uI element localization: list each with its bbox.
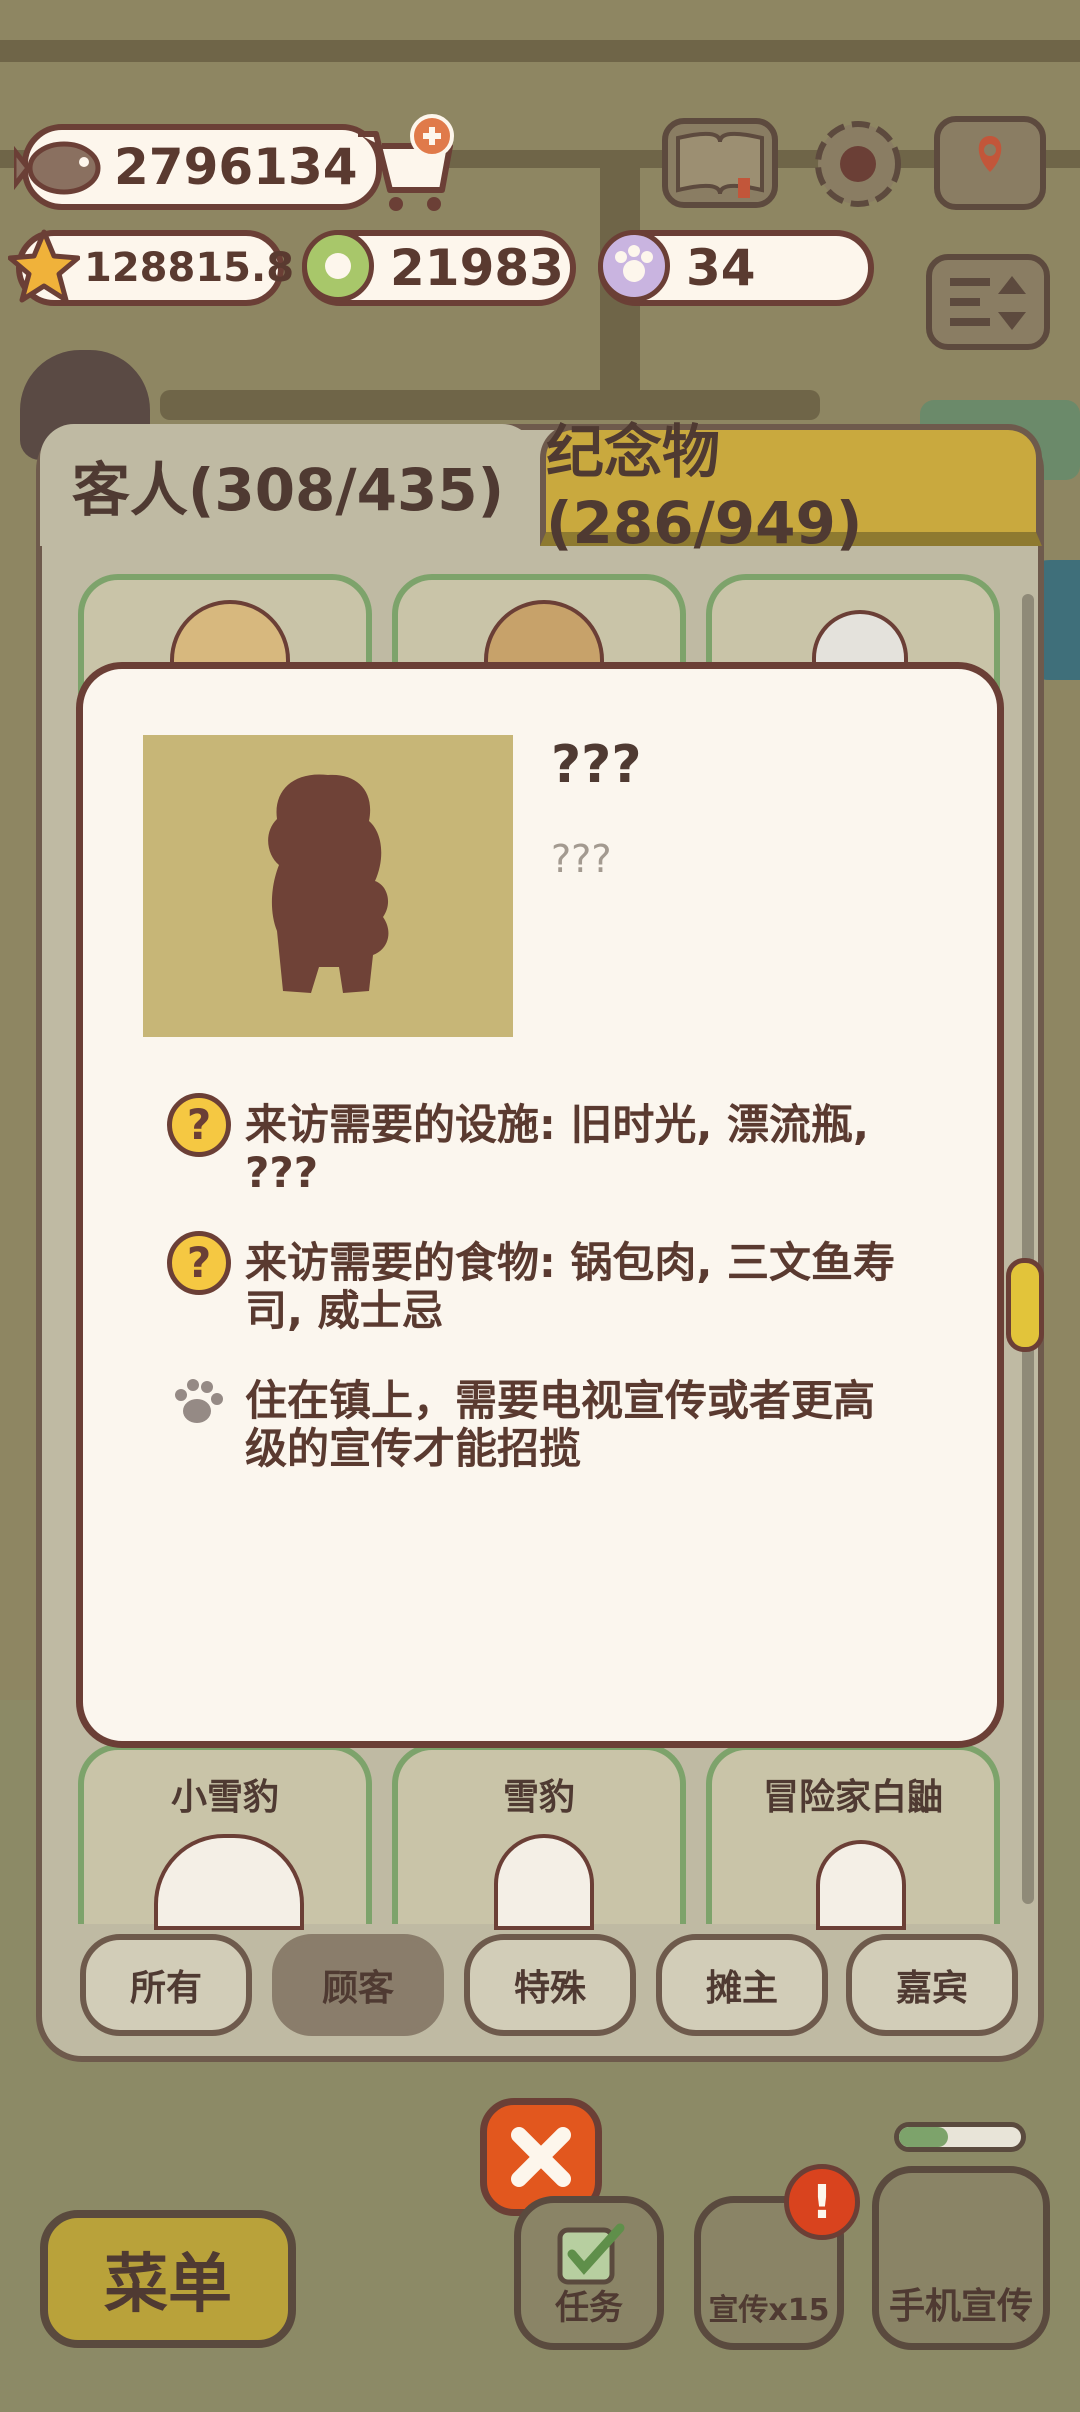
token-icon xyxy=(302,230,374,302)
menu-button[interactable]: 菜单 xyxy=(40,2210,296,2348)
guest-name: 冒险家白鼬 xyxy=(762,1777,943,1818)
paw-icon xyxy=(598,230,670,302)
guest-name: 雪豹 xyxy=(502,1777,575,1818)
gear-icon[interactable] xyxy=(806,112,910,216)
guest-card-snow-leopard-cub[interactable]: 小雪豹 xyxy=(78,1744,372,1930)
filter-guests[interactable]: 嘉宾 xyxy=(846,1934,1018,2036)
token-value: 21983 xyxy=(390,239,564,297)
phone-promo-label: 手机宣传 xyxy=(888,2286,1033,2327)
question-icon: ? xyxy=(167,1231,231,1295)
map-icon[interactable] xyxy=(934,116,1046,210)
guest-name: ??? xyxy=(551,735,642,795)
phone-promo-progress xyxy=(894,2122,1026,2152)
ceiling-beam xyxy=(0,40,1080,62)
filter-all[interactable]: 所有 xyxy=(80,1934,252,2036)
guest-detail-modal: ??? ??? ? 来访需要的设施: 旧时光, 漂流瓶, ??? ? 来访需要的… xyxy=(76,662,1004,1748)
checklist-icon xyxy=(554,2220,630,2290)
question-icon: ? xyxy=(167,1093,231,1157)
guest-name: 小雪豹 xyxy=(170,1777,279,1818)
food-line-2: 司, 威士忌 xyxy=(245,1286,444,1335)
filter-customers[interactable]: 顾客 xyxy=(272,1934,444,2036)
guest-portrait xyxy=(154,1834,304,1930)
guest-portrait xyxy=(816,1840,906,1930)
sort-icon[interactable] xyxy=(926,254,1050,350)
promo-label: 宣传x15 xyxy=(708,2293,830,2328)
scrollbar-handle[interactable] xyxy=(1006,1258,1044,1352)
facilities-line-2: ??? xyxy=(245,1148,319,1197)
guest-card-snow-leopard[interactable]: 雪豹 xyxy=(392,1744,686,1930)
star-value: 128815.8 xyxy=(84,245,295,291)
guest-card-explorer-ermine[interactable]: 冒险家白鼬 xyxy=(706,1744,1000,1930)
fish-value: 2796134 xyxy=(114,138,358,196)
book-icon[interactable] xyxy=(662,118,778,208)
filter-special[interactable]: 特殊 xyxy=(464,1934,636,2036)
alert-badge: ! xyxy=(784,2164,860,2240)
cart-add-icon[interactable] xyxy=(350,112,460,216)
star-icon xyxy=(7,226,81,306)
scrollbar-track[interactable] xyxy=(1022,594,1034,1904)
fish-icon xyxy=(11,126,114,206)
paw-value: 34 xyxy=(686,239,756,297)
tab-souvenirs[interactable]: 纪念物(286/949) xyxy=(540,418,1042,557)
close-icon xyxy=(511,2127,571,2187)
facilities-line-1: 来访需要的设施: 旧时光, 漂流瓶, xyxy=(245,1100,869,1149)
town-line-2: 级的宣传才能招揽 xyxy=(245,1424,582,1473)
food-line-1: 来访需要的食物: 锅包肉, 三文鱼寿 xyxy=(245,1238,895,1287)
guest-silhouette xyxy=(268,774,389,993)
facilities-requirement: 来访需要的设施: 旧时光, 漂流瓶, ??? xyxy=(245,1101,869,1197)
town-requirement: 住在镇上，需要电视宣传或者更高 级的宣传才能招揽 xyxy=(245,1377,875,1473)
guest-subtitle: ??? xyxy=(551,837,612,881)
phone-promo-button[interactable]: 手机宣传 xyxy=(872,2166,1050,2350)
guest-silhouette-frame xyxy=(143,735,513,1037)
tab-guests[interactable]: 客人(308/435) xyxy=(40,424,536,546)
paw-print-icon xyxy=(169,1375,229,1431)
food-requirement: 来访需要的食物: 锅包肉, 三文鱼寿 司, 威士忌 xyxy=(245,1239,895,1335)
town-line-1: 住在镇上，需要电视宣传或者更高 xyxy=(245,1376,876,1425)
filter-vendors[interactable]: 摊主 xyxy=(656,1934,828,2036)
guest-portrait xyxy=(494,1834,594,1930)
